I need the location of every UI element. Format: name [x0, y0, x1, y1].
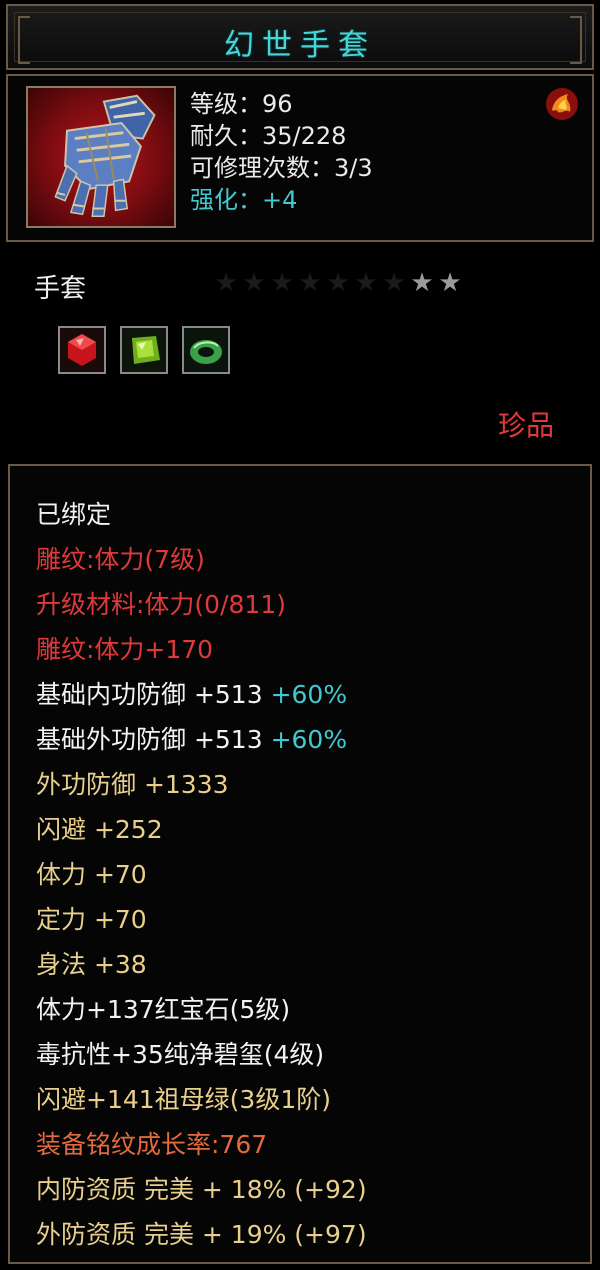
- item-quality-label: 珍品: [497, 409, 554, 442]
- item-repair-count: 可修理次数：3/3: [190, 154, 373, 182]
- attribute-line: 体力 +70: [36, 852, 367, 897]
- star-icon: ★: [270, 268, 294, 298]
- attribute-text: 基础外功防御 +513: [36, 725, 263, 754]
- attribute-text: 定力 +70: [36, 905, 147, 934]
- item-stats: 等级：96 耐久：35/228 可修理次数：3/3 强化：+4: [190, 88, 373, 216]
- attribute-text: 毒抗性+35纯净碧玺(4级): [36, 1040, 325, 1069]
- attribute-line: 定力 +70: [36, 897, 367, 942]
- attribute-text: 外功防御 +1333: [36, 770, 229, 799]
- item-type: 手套: [34, 274, 87, 304]
- star-icon: ★: [242, 268, 266, 298]
- item-enhance-level: 强化：+4: [190, 186, 298, 214]
- attribute-text: 闪避+141祖母绿(3级1阶): [36, 1085, 331, 1114]
- item-header-panel: 等级：96 耐久：35/228 可修理次数：3/3 强化：+4: [6, 74, 594, 242]
- attribute-text: 雕纹:体力(7级): [36, 545, 205, 574]
- attribute-text: 内防资质 完美 + 18% (+92): [36, 1175, 367, 1204]
- attribute-list: 已绑定雕纹:体力(7级) 升级材料:体力(0/811) 雕纹:体力+170 基础内功防…: [36, 492, 367, 1257]
- attribute-text: 身法 +38: [36, 950, 147, 979]
- star-icon: ★: [382, 268, 406, 298]
- attribute-text: 雕纹:体力+170: [36, 635, 214, 664]
- item-level: 等级：96: [190, 90, 293, 118]
- attribute-line: 闪避 +252: [36, 807, 367, 852]
- item-title: 幻世手套: [224, 28, 376, 63]
- attribute-bonus-percent: +60%: [262, 725, 348, 754]
- attribute-line: 身法 +38: [36, 942, 367, 987]
- attribute-line: 升级材料:体力(0/811): [36, 582, 367, 627]
- star-rating: ★ ★ ★ ★ ★ ★ ★ ★ ★: [212, 268, 464, 298]
- attribute-text: 体力 +70: [36, 860, 147, 889]
- attribute-text: 升级材料:体力(0/811): [36, 590, 286, 619]
- attribute-line: 外防资质 完美 + 19% (+97): [36, 1212, 367, 1257]
- attribute-line: 已绑定: [36, 492, 367, 537]
- attribute-line: 雕纹:体力+170: [36, 627, 367, 672]
- attribute-text: 体力+137红宝石(5级): [36, 995, 291, 1024]
- attribute-line: 基础外功防御 +513 +60%: [36, 717, 367, 762]
- attribute-line: 装备铭纹成长率:767: [36, 1122, 367, 1167]
- star-icon: ★: [438, 268, 462, 298]
- attribute-line: 毒抗性+35纯净碧玺(4级): [36, 1032, 367, 1077]
- title-bar: 幻世手套: [6, 4, 594, 70]
- attribute-line: 内防资质 完美 + 18% (+92): [36, 1167, 367, 1212]
- star-icon: ★: [298, 268, 322, 298]
- attribute-line: 闪避+141祖母绿(3级1阶): [36, 1077, 367, 1122]
- attribute-panel: 已绑定雕纹:体力(7级) 升级材料:体力(0/811) 雕纹:体力+170 基础内功防…: [8, 464, 592, 1264]
- attribute-text: 闪避 +252: [36, 815, 163, 844]
- star-icon: ★: [326, 268, 350, 298]
- attribute-line: 体力+137红宝石(5级): [36, 987, 367, 1032]
- star-icon: ★: [214, 268, 238, 298]
- gauntlet-icon[interactable]: [26, 86, 176, 228]
- attribute-text: 已绑定: [36, 500, 112, 529]
- star-icon: ★: [410, 268, 434, 298]
- attribute-line: 外功防御 +1333: [36, 762, 367, 807]
- item-durability: 耐久：35/228: [190, 122, 347, 150]
- ruby-gem-icon[interactable]: [58, 326, 106, 374]
- attribute-text: 装备铭纹成长率:767: [36, 1130, 268, 1159]
- attribute-text: 基础内功防御 +513: [36, 680, 263, 709]
- attribute-bonus-percent: +60%: [262, 680, 348, 709]
- fire-crest-icon: [544, 86, 580, 122]
- jade-ring-gem-icon[interactable]: [182, 326, 230, 374]
- attribute-text: 外防资质 完美 + 19% (+97): [36, 1220, 367, 1249]
- star-icon: ★: [354, 268, 378, 298]
- attribute-line: 基础内功防御 +513 +60%: [36, 672, 367, 717]
- peridot-gem-icon[interactable]: [120, 326, 168, 374]
- attribute-line: 雕纹:体力(7级): [36, 537, 367, 582]
